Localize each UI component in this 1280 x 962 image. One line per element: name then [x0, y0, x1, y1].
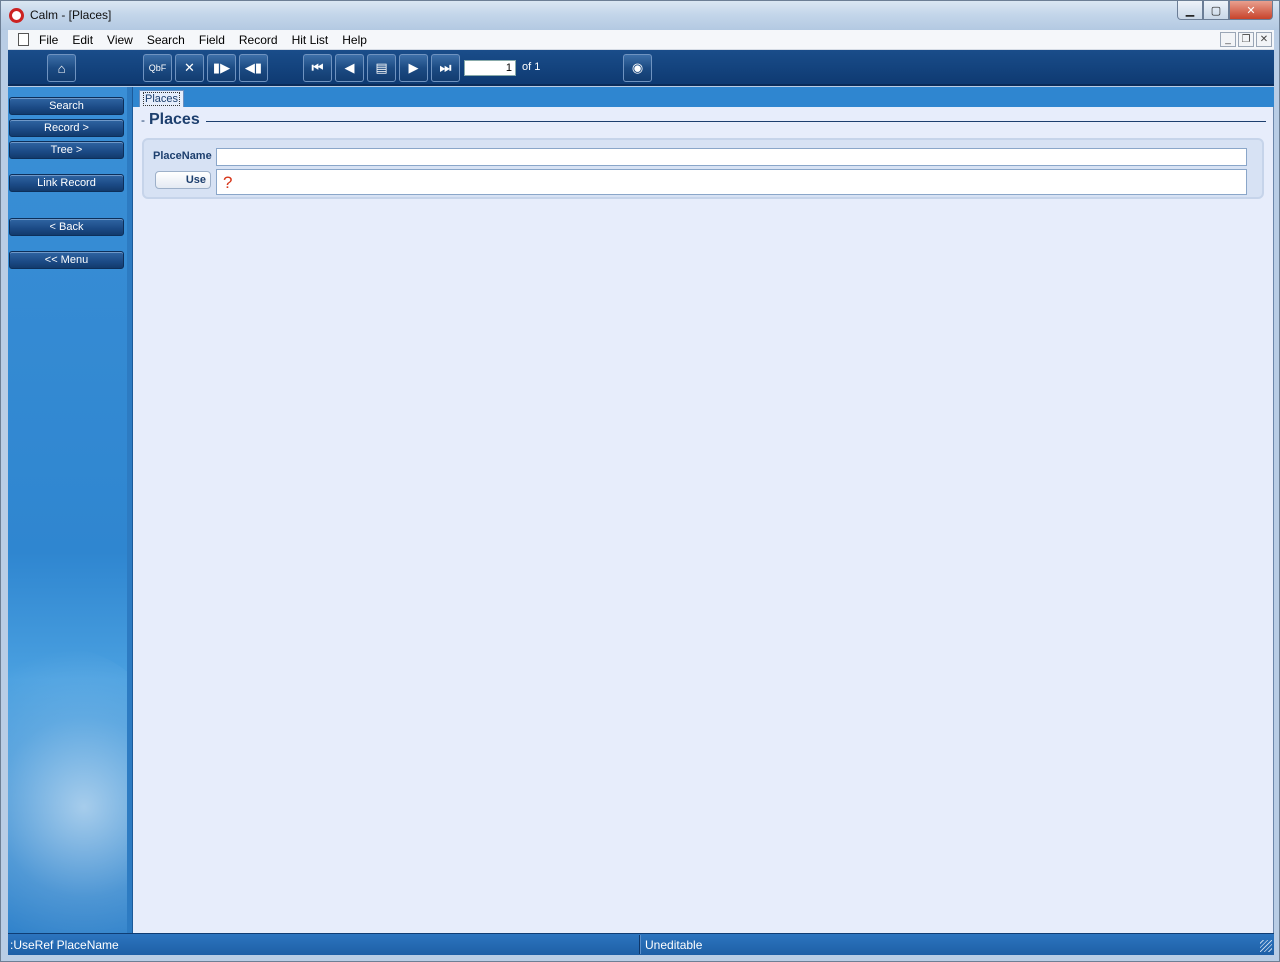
minimize-icon: ▁	[1185, 4, 1195, 17]
minimize-button[interactable]: ▁	[1177, 1, 1203, 20]
status-bar: :UseRef PlaceName Uneditable	[8, 933, 1274, 955]
eye-icon: ◉	[631, 60, 644, 75]
tab-places-label: Places	[143, 92, 181, 106]
use-value: ?	[223, 173, 233, 192]
view-button[interactable]: ◉	[623, 54, 652, 82]
placename-label: PlaceName	[153, 150, 212, 162]
decorative-swoosh	[8, 647, 127, 933]
main-content: - Places PlaceName Use ?	[133, 107, 1274, 933]
list-view-icon: ▤	[375, 60, 388, 75]
previous-record-button[interactable]: ◀	[335, 54, 364, 82]
status-separator	[639, 935, 641, 954]
menu-help[interactable]: Help	[342, 33, 367, 47]
section-rule	[205, 120, 1266, 122]
menu-bar: File Edit View Search Field Record Hit L…	[8, 30, 1274, 50]
use-button[interactable]: Use	[155, 171, 211, 189]
next-record-button[interactable]: ▶	[399, 54, 428, 82]
home-button[interactable]: ⌂	[47, 54, 76, 82]
home-icon: ⌂	[57, 60, 66, 76]
first-record-icon: ⏮	[311, 60, 324, 75]
placename-input[interactable]	[216, 148, 1247, 166]
qbf-button[interactable]: QbF	[143, 54, 172, 82]
toolbar: ⌂ QbF ✕ ▮▶ ◀▮ ⏮ ◀ ▤ ▶ ⏭ 1 of 1 ◉	[8, 50, 1274, 86]
forward-list-icon: ▮▶	[212, 60, 231, 75]
back-list-icon: ◀▮	[244, 60, 263, 75]
maximize-button[interactable]: ▢	[1203, 1, 1229, 20]
tab-strip: Places	[133, 87, 1274, 107]
expand-icon: ✕	[184, 60, 195, 75]
record-number-input[interactable]: 1	[464, 60, 516, 76]
menu-nav-button[interactable]: << Menu	[9, 251, 124, 269]
close-icon: ✕	[1246, 4, 1256, 17]
close-button[interactable]: ✕	[1229, 1, 1273, 20]
mdi-close-button[interactable]: ✕	[1256, 32, 1272, 47]
left-navigation: Search Record > Tree > Link Record < Bac…	[8, 87, 127, 933]
section-collapse-toggle[interactable]: -	[141, 113, 145, 127]
last-record-icon: ⏭	[439, 60, 452, 75]
window-controls: ▁ ▢ ✕	[1177, 1, 1273, 20]
menu-field[interactable]: Field	[199, 33, 225, 47]
mdi-window-controls: _ ❐ ✕	[1220, 32, 1272, 47]
application-window: Calm - [Places] ▁ ▢ ✕ File Edit View Sea…	[0, 0, 1280, 962]
calm-app-icon[interactable]	[9, 8, 24, 23]
back-list-button[interactable]: ◀▮	[239, 54, 268, 82]
mdi-minimize-button[interactable]: _	[1220, 32, 1236, 47]
last-record-button[interactable]: ⏭	[431, 54, 460, 82]
window-title: Calm - [Places]	[30, 8, 112, 22]
list-view-button[interactable]: ▤	[367, 54, 396, 82]
previous-record-icon: ◀	[344, 60, 355, 75]
tree-nav-button[interactable]: Tree >	[9, 141, 124, 159]
menu-file[interactable]: File	[39, 33, 58, 47]
tab-places[interactable]: Places	[139, 90, 185, 107]
expand-button[interactable]: ✕	[175, 54, 204, 82]
link-record-button[interactable]: Link Record	[9, 174, 124, 192]
menu-hit-list[interactable]: Hit List	[292, 33, 329, 47]
restore-icon: ❐	[1241, 34, 1251, 45]
fields-panel: PlaceName Use ?	[142, 138, 1264, 199]
document-icon[interactable]	[18, 33, 29, 46]
title-bar[interactable]: Calm - [Places] ▁ ▢ ✕	[1, 1, 1279, 30]
status-edit-state: Uneditable	[645, 938, 703, 952]
menu-search[interactable]: Search	[147, 33, 185, 47]
use-field[interactable]: ?	[216, 169, 1247, 195]
menu-record[interactable]: Record	[239, 33, 278, 47]
close-icon: ✕	[1259, 34, 1269, 45]
qbf-label: QbF	[148, 63, 167, 73]
record-nav-button[interactable]: Record >	[9, 119, 124, 137]
back-button[interactable]: < Back	[9, 218, 124, 236]
menu-view[interactable]: View	[107, 33, 133, 47]
resize-grip-icon[interactable]	[1260, 940, 1272, 952]
record-count-label: of 1	[522, 61, 541, 73]
maximize-icon: ▢	[1210, 4, 1222, 17]
next-record-icon: ▶	[408, 60, 419, 75]
menu-edit[interactable]: Edit	[72, 33, 93, 47]
mdi-restore-button[interactable]: ❐	[1238, 32, 1254, 47]
minimize-icon: _	[1225, 34, 1231, 45]
section-header: - Places	[141, 111, 1266, 129]
status-field-info: :UseRef PlaceName	[10, 938, 119, 952]
section-title: Places	[149, 111, 200, 128]
forward-list-button[interactable]: ▮▶	[207, 54, 236, 82]
search-nav-button[interactable]: Search	[9, 97, 124, 115]
first-record-button[interactable]: ⏮	[303, 54, 332, 82]
